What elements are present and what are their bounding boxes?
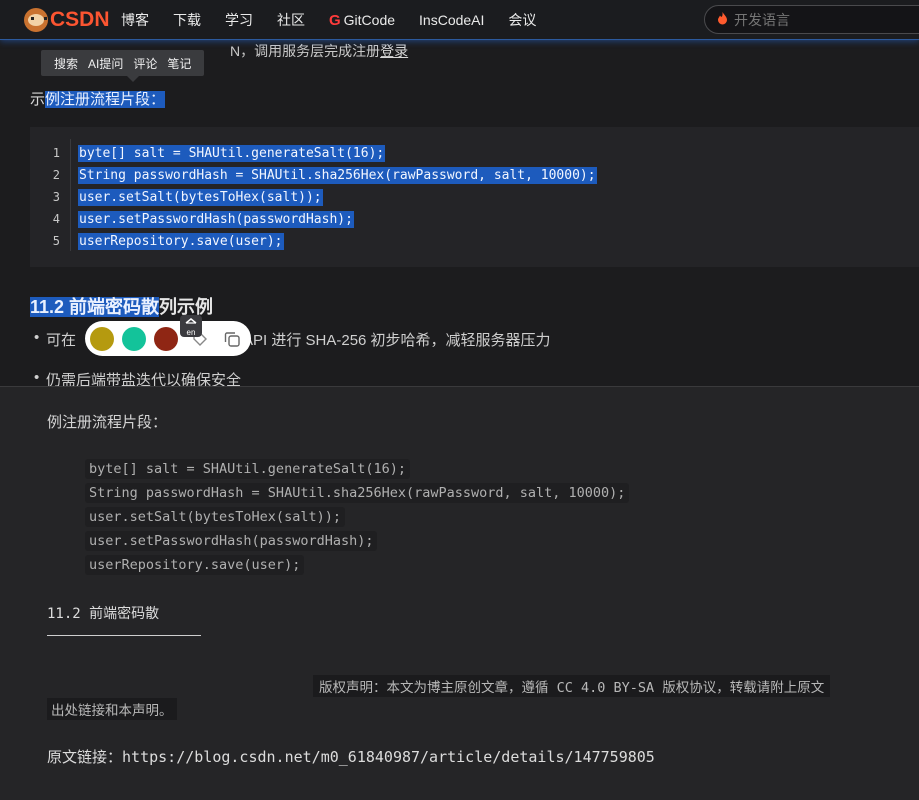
- gitcode-icon: G: [329, 11, 341, 29]
- preview-code-line: user.setSalt(bytesToHex(salt));: [85, 507, 345, 527]
- intro-prefix: 示: [30, 91, 46, 108]
- preview-code-line: userRepository.save(user);: [85, 555, 305, 575]
- preview-code-line: String passwordHash = SHAUtil.sha256Hex(…: [85, 483, 630, 503]
- csdn-logo[interactable]: CSDN: [24, 7, 110, 33]
- selection-toolbar: 搜索 AI提问 评论 笔记: [41, 50, 205, 82]
- preview-code-line: byte[] salt = SHAUtil.generateSalt(16);: [85, 459, 410, 479]
- nav-item-meeting[interactable]: 会议: [508, 10, 536, 30]
- article-content: N，调用服务层完成注册登录 搜索 AI提问 评论 笔记 示例注册流程片段： 1 …: [0, 41, 919, 386]
- partial-text: N，调用服务层完成注册: [230, 43, 381, 59]
- code-line: 5 userRepository.save(user);: [30, 230, 284, 252]
- code-line: 1 byte[] salt = SHAUtil.generateSalt(16)…: [30, 142, 386, 164]
- preview-intro: 例注册流程片段：: [47, 414, 168, 431]
- selection-ai-ask-button[interactable]: AI提问: [88, 55, 123, 72]
- logo-text: CSDN: [50, 8, 110, 31]
- line-number: 3: [52, 190, 60, 204]
- highlight-green-button[interactable]: [122, 326, 146, 351]
- copy-icon[interactable]: [220, 327, 244, 351]
- nav-item-gitcode[interactable]: G GitCode: [329, 12, 395, 29]
- preview-heading: 11.2 前端密码散: [47, 603, 202, 636]
- preview-code-line: user.setPasswordHash(passwordHash);: [85, 531, 378, 551]
- partial-text-line: N，调用服务层完成注册登录: [230, 41, 408, 61]
- copyright-notice-line2: 出处链接和本声明。: [47, 698, 177, 720]
- intro-selected-text: 例注册流程片段：: [45, 91, 166, 108]
- bullet2-text: 仍需后端带盐迭代以确保安全: [46, 372, 242, 386]
- top-navbar: CSDN 博客 下载 学习 社区 G GitCode InsCodeAI 会议: [0, 0, 919, 40]
- selection-note-button[interactable]: 笔记: [167, 55, 191, 72]
- heading-selected-text: 11.2 前端密码散: [30, 297, 160, 317]
- code-line: 2 String passwordHash = SHAUtil.sha256He…: [30, 164, 597, 186]
- code-text: user.setSalt(bytesToHex(salt));: [78, 188, 323, 206]
- code-text: String passwordHash = SHAUtil.sha256Hex(…: [78, 166, 597, 184]
- line-number: 1: [52, 146, 60, 160]
- highlight-yellow-button[interactable]: [90, 326, 114, 351]
- bullet1-end: API 进行 SHA-256 初步哈希，减轻服务器压力: [243, 332, 551, 349]
- nav-item-download[interactable]: 下载: [173, 10, 201, 30]
- heading-rest-text: 列示例: [159, 297, 214, 317]
- hot-flame-icon: [717, 11, 728, 28]
- nav-item-community[interactable]: 社区: [277, 10, 305, 30]
- monkey-logo-icon: [24, 8, 48, 32]
- code-line: 4 user.setPasswordHash(passwordHash);: [30, 208, 354, 230]
- code-text: userRepository.save(user);: [78, 232, 284, 250]
- line-number: 4: [52, 212, 60, 226]
- nav-item-inscodeai[interactable]: InsCodeAI: [419, 12, 484, 28]
- nav-item-blog[interactable]: 博客: [121, 10, 149, 30]
- highlight-red-button[interactable]: [154, 326, 178, 351]
- nav-item-learn[interactable]: 学习: [225, 10, 253, 30]
- nav-item-gitcode-label: GitCode: [343, 12, 396, 28]
- code-line: 3 user.setSalt(bytesToHex(salt));: [30, 186, 323, 208]
- search-input[interactable]: [734, 11, 914, 28]
- code-text: byte[] salt = SHAUtil.generateSalt(16);: [78, 144, 386, 162]
- source-link-label: 原文链接：: [47, 748, 123, 766]
- line-number: 2: [52, 168, 60, 182]
- login-link[interactable]: 登录: [380, 43, 408, 59]
- translate-icon[interactable]: en: [180, 315, 202, 337]
- source-link-url[interactable]: https://blog.csdn.net/m0_61840987/articl…: [122, 748, 655, 766]
- nav-menu: 博客 下载 学习 社区 G GitCode InsCodeAI 会议: [121, 0, 560, 40]
- copied-content-preview: 例注册流程片段： byte[] salt = SHAUtil.generateS…: [0, 386, 919, 800]
- selection-comment-button[interactable]: 评论: [133, 55, 157, 72]
- highlight-color-popup: [85, 321, 251, 356]
- selection-search-button[interactable]: 搜索: [54, 55, 78, 72]
- code-text: user.setPasswordHash(passwordHash);: [78, 210, 354, 228]
- bullet1-start: 可在: [46, 332, 77, 349]
- source-link: 原文链接：https://blog.csdn.net/m0_61840987/a…: [47, 746, 655, 767]
- list-item: 仍需后端带盐迭代以确保安全: [34, 369, 242, 386]
- intro-paragraph: 示例注册流程片段：: [30, 88, 166, 109]
- line-number: 5: [52, 234, 60, 248]
- code-block: 1 byte[] salt = SHAUtil.generateSalt(16)…: [30, 127, 919, 267]
- translate-label: en: [186, 328, 196, 337]
- search-box[interactable]: [704, 5, 919, 34]
- copyright-notice-line1: 版权声明：本文为博主原创文章，遵循 CC 4.0 BY-SA 版权协议，转载请附…: [313, 675, 831, 697]
